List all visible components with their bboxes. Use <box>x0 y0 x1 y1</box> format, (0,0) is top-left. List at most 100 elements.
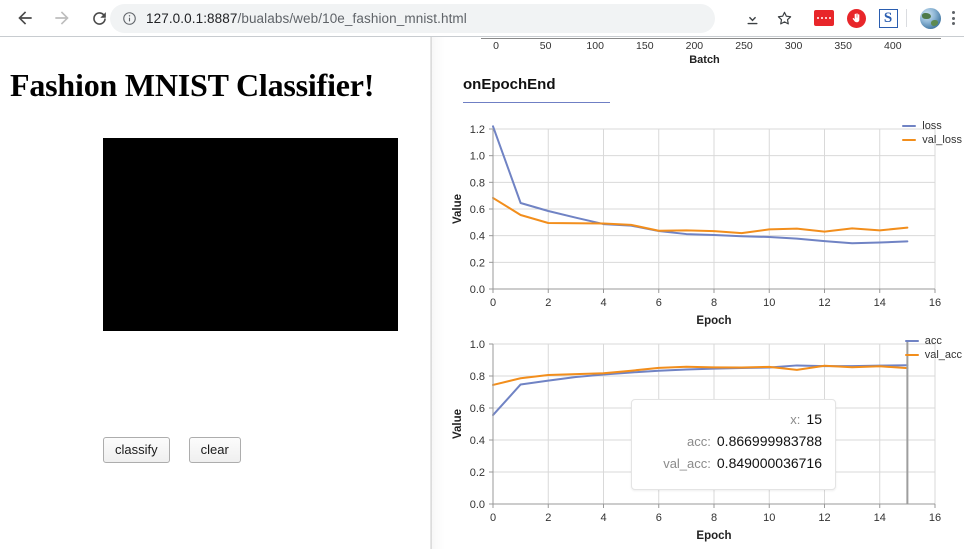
forward-arrow-icon <box>55 11 69 25</box>
y-tick-label: 0.4 <box>470 231 485 243</box>
legend-label: val_acc <box>924 349 962 361</box>
tooltip-value: 0.849000036716 <box>716 455 822 471</box>
legend-swatch-loss <box>902 124 917 128</box>
batch-tick-label: 100 <box>586 40 604 52</box>
batch-chart-partial: 0 50 100 150 200 250 300 350 400 Batch <box>445 37 964 67</box>
url-host: 127.0.0.1:8887 <box>146 11 238 26</box>
y-tick-label: 1.2 <box>470 124 485 136</box>
y-tick-label: 1.0 <box>470 339 485 351</box>
batch-tick-label: 200 <box>685 40 704 52</box>
y-tick-label: 0.6 <box>470 204 485 216</box>
x-tick-label: 12 <box>818 512 830 524</box>
y-tick-label: 0.0 <box>470 284 485 296</box>
legend-swatch-acc <box>904 339 919 343</box>
x-tick-label: 4 <box>600 512 606 524</box>
y-tick-label: 0.2 <box>470 467 485 479</box>
info-circle-icon[interactable] <box>122 11 137 26</box>
red-badge <box>814 10 834 26</box>
x-axis-title: Epoch <box>696 315 731 327</box>
accuracy-chart-legend: acc val_acc <box>904 334 962 362</box>
loss-chart-svg: 0.0 0.2 0.4 0.6 0.8 1.0 1.2 0 2 4 6 8 10 12 14 16 Epoch V… <box>452 124 941 327</box>
loss-chart: 0.0 0.2 0.4 0.6 0.8 1.0 1.2 0 2 4 6 8 10 12 14 16 Epoch V… <box>445 119 964 334</box>
avatar-globe-icon[interactable] <box>916 4 944 32</box>
tooltip-row: x: 15 <box>645 411 822 433</box>
batch-tick-label: 50 <box>539 40 552 52</box>
onepochend-heading: onEpochEnd <box>463 76 610 103</box>
legend-item[interactable]: val_acc <box>904 348 962 362</box>
series-line-val_loss <box>492 196 909 235</box>
stop-circle <box>846 8 866 28</box>
x-tick-label: 6 <box>656 512 662 524</box>
tooltip-value: 0.866999983788 <box>716 433 822 449</box>
visor-pane: 0 50 100 150 200 250 300 350 400 Batch onEpochEn… <box>445 37 964 549</box>
address-bar[interactable]: 127.0.0.1:8887/bualabs/web/10e_fashion_m… <box>110 4 715 33</box>
batch-tick-label: 250 <box>735 40 753 52</box>
batch-tick-label: 300 <box>784 40 803 52</box>
blue-s-icon[interactable]: S <box>874 4 902 32</box>
y-tick-label: 0.8 <box>470 371 485 383</box>
download-icon[interactable] <box>738 4 766 32</box>
drawing-canvas[interactable] <box>103 138 398 331</box>
tooltip-value: 15 <box>806 411 822 427</box>
legend-item[interactable]: loss <box>902 119 962 133</box>
stop-hand-icon[interactable] <box>842 4 870 32</box>
back-arrow-icon <box>18 11 32 25</box>
x-tick-label: 12 <box>818 297 830 309</box>
legend-swatch-val_acc <box>904 353 919 357</box>
extension-red-badge-icon[interactable] <box>810 4 838 32</box>
y-axis-title: Value <box>452 409 464 439</box>
forward-button[interactable] <box>47 3 77 33</box>
y-tick-label: 0.8 <box>470 177 485 189</box>
chart-tooltip: x: 15 acc: 0.866999983788 val_acc: 0.849… <box>631 399 836 490</box>
y-tick-label: 1.0 <box>470 151 485 163</box>
legend-item[interactable]: acc <box>904 334 962 348</box>
tooltip-row: val_acc: 0.849000036716 <box>645 455 822 477</box>
x-tick-label: 0 <box>490 512 496 524</box>
avatar <box>919 7 941 29</box>
page-viewport: Fashion MNIST Classifier! classify clear… <box>0 37 964 549</box>
batch-tick-label: 0 <box>493 40 499 52</box>
x-tick-label: 14 <box>874 512 886 524</box>
x-tick-label: 14 <box>874 297 886 309</box>
x-tick-label: 2 <box>545 512 551 524</box>
batch-tick-label: 150 <box>636 40 654 52</box>
back-button[interactable] <box>10 3 40 33</box>
x-tick-label: 2 <box>545 297 551 309</box>
x-tick-label: 6 <box>656 297 662 309</box>
y-tick-label: 0.6 <box>470 403 485 415</box>
toolbar-divider <box>906 9 907 27</box>
series-line-loss <box>492 125 909 245</box>
clear-button[interactable]: clear <box>188 437 241 463</box>
batch-tick-label: 350 <box>834 40 852 52</box>
action-button-row: classify clear <box>103 437 241 463</box>
tooltip-key: val_acc: <box>663 456 711 471</box>
batch-axis-title: Batch <box>689 54 720 66</box>
url-path: /bualabs/web/10e_fashion_mnist.html <box>237 11 467 26</box>
x-tick-label: 0 <box>490 297 496 309</box>
loss-chart-legend: loss val_loss <box>902 119 962 147</box>
x-tick-label: 8 <box>711 512 717 524</box>
legend-label: acc <box>924 335 942 347</box>
legend-label: val_loss <box>922 134 962 146</box>
address-bar-url: 127.0.0.1:8887/bualabs/web/10e_fashion_m… <box>146 11 467 26</box>
app-left-pane: Fashion MNIST Classifier! classify clear <box>0 37 431 549</box>
x-axis-title: Epoch <box>696 530 731 542</box>
kebab-menu-icon[interactable] <box>944 4 962 32</box>
epoch-heading-wrap: onEpochEnd <box>463 76 610 103</box>
accuracy-chart: 0.0 0.2 0.4 0.6 0.8 1.0 0 2 4 6 8 10 12 14 16 Epoch Valu… <box>445 334 964 549</box>
x-tick-label: 16 <box>929 297 941 309</box>
tooltip-key: x: <box>790 412 801 427</box>
y-tick-label: 0.4 <box>470 435 485 447</box>
pane-divider[interactable] <box>431 37 445 549</box>
batch-axis-line <box>481 38 941 39</box>
star-icon[interactable] <box>770 4 798 32</box>
x-tick-label: 8 <box>711 297 717 309</box>
kebab-dots <box>951 11 955 25</box>
y-tick-label: 0.0 <box>470 499 485 511</box>
classify-button[interactable]: classify <box>103 437 170 463</box>
legend-swatch-val_loss <box>902 138 917 142</box>
blue-s-glyph: S <box>878 8 898 28</box>
batch-tick-label: 400 <box>884 40 902 52</box>
legend-item[interactable]: val_loss <box>902 133 962 147</box>
browser-toolbar: 127.0.0.1:8887/bualabs/web/10e_fashion_m… <box>0 0 964 37</box>
